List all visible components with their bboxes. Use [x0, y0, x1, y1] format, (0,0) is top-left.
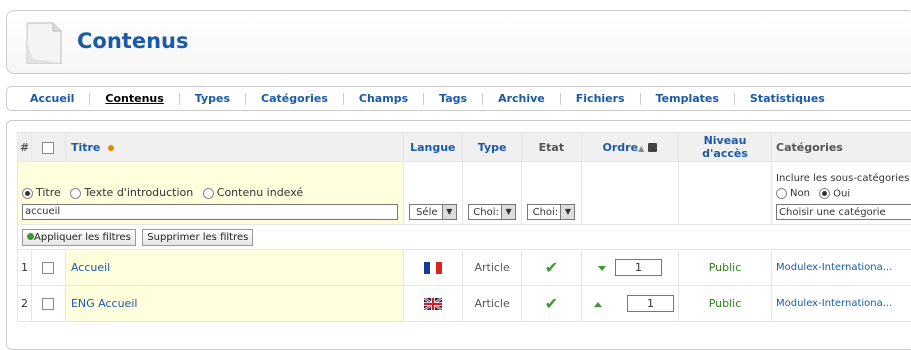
- include-sub-label: Inclure les sous-catégories: [776, 173, 911, 184]
- row-access: Public: [679, 286, 772, 322]
- row-type: Article: [462, 250, 521, 286]
- scope-intro-label: Texte d'introduction: [84, 186, 193, 199]
- row-checkbox[interactable]: [42, 298, 54, 310]
- apply-filters-button[interactable]: Appliquer les filtres: [22, 229, 136, 246]
- clear-filters-button[interactable]: Supprimer les filtres: [142, 229, 253, 246]
- order-input[interactable]: 1: [627, 295, 674, 312]
- row-num: 1: [18, 250, 32, 286]
- published-check-icon[interactable]: ✔: [545, 258, 558, 277]
- search-input[interactable]: accueil: [22, 204, 398, 220]
- col-categories: Catégories: [772, 133, 911, 162]
- sort-asc-icon: ▲: [638, 144, 644, 153]
- menu-item-types[interactable]: Types: [180, 93, 246, 105]
- menu-item-statistiques[interactable]: Statistiques: [735, 93, 840, 105]
- category-select[interactable]: Choisir une catégorie: [776, 204, 911, 220]
- items-table: # Titre Langue Type Etat Ordre▲ Niveau d…: [17, 132, 911, 322]
- header-panel: Contenus: [6, 10, 911, 74]
- scope-indexed-label: Contenu indexé: [217, 186, 303, 199]
- document-icon: [23, 19, 65, 67]
- row-checkbox[interactable]: [42, 262, 54, 274]
- menu-item-fichiers[interactable]: Fichiers: [561, 93, 641, 105]
- col-etat: Etat: [522, 133, 581, 162]
- menu-item-categories[interactable]: Catégories: [246, 93, 344, 105]
- menu-item-templates[interactable]: Templates: [641, 93, 735, 105]
- scope-indexed-radio[interactable]: [203, 188, 214, 199]
- move-up-icon[interactable]: [594, 302, 602, 307]
- col-niveau[interactable]: Niveau d'accès: [679, 133, 772, 162]
- menu-item-archive[interactable]: Archive: [483, 93, 561, 105]
- flag-uk-icon: [424, 298, 442, 310]
- scope-title-radio[interactable]: [22, 188, 33, 199]
- include-yes-label: Oui: [833, 188, 850, 199]
- include-no-radio[interactable]: [776, 188, 787, 199]
- row-num: 2: [18, 286, 32, 322]
- row-type: Article: [462, 286, 521, 322]
- type-select[interactable]: Choi:▼: [468, 204, 516, 220]
- langue-select[interactable]: Séle▼: [409, 204, 457, 220]
- include-no-label: Non: [790, 188, 810, 199]
- row-title-link[interactable]: Accueil: [71, 261, 110, 274]
- move-down-icon[interactable]: [598, 266, 606, 271]
- content-panel: # Titre Langue Type Etat Ordre▲ Niveau d…: [6, 120, 911, 350]
- select-all-checkbox[interactable]: [42, 142, 54, 154]
- flag-fr-icon: [424, 262, 442, 274]
- col-ordre[interactable]: Ordre: [603, 141, 639, 154]
- col-title[interactable]: Titre: [71, 141, 100, 154]
- col-num: #: [18, 133, 32, 162]
- row-access: Public: [679, 250, 772, 286]
- published-check-icon[interactable]: ✔: [545, 294, 558, 313]
- sort-icon: [108, 145, 114, 151]
- save-order-icon[interactable]: [648, 143, 657, 152]
- row-category-link[interactable]: Modulex-Internationa...: [776, 298, 892, 309]
- col-langue[interactable]: Langue: [403, 133, 462, 162]
- chevron-down-icon: ▼: [560, 205, 574, 219]
- menu-item-tags[interactable]: Tags: [424, 93, 483, 105]
- page-title: Contenus: [77, 29, 188, 53]
- main-menu: Accueil Contenus Types Catégories Champs…: [6, 86, 911, 111]
- order-input[interactable]: 1: [615, 259, 662, 276]
- include-yes-radio[interactable]: [819, 188, 830, 199]
- chevron-down-icon: ▼: [501, 205, 515, 219]
- menu-item-contenus[interactable]: Contenus: [90, 93, 179, 105]
- row-category-link[interactable]: Modulex-Internationa...: [776, 262, 892, 273]
- menu-item-champs[interactable]: Champs: [344, 93, 424, 105]
- col-type[interactable]: Type: [462, 133, 521, 162]
- etat-select[interactable]: Choi:▼: [527, 204, 575, 220]
- apply-icon: [27, 233, 34, 240]
- menu-item-accueil[interactable]: Accueil: [15, 93, 90, 105]
- scope-title-label: Titre: [36, 186, 61, 199]
- scope-intro-radio[interactable]: [70, 188, 81, 199]
- chevron-down-icon: ▼: [442, 205, 456, 219]
- row-title-link[interactable]: ENG Accueil: [71, 297, 137, 310]
